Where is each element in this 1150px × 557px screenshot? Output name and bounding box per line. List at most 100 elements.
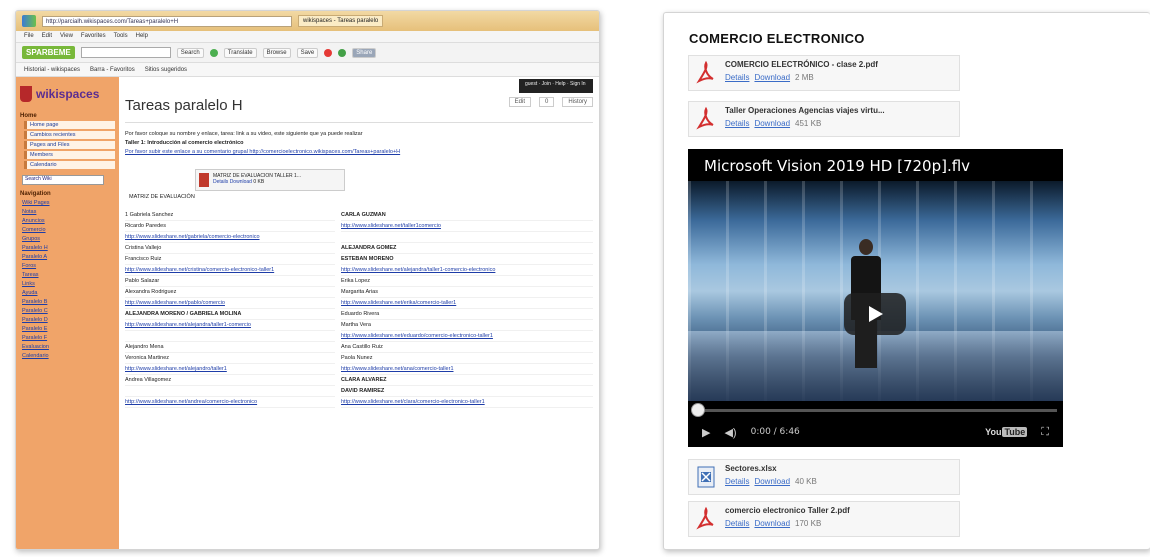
download-link[interactable]: Download	[754, 519, 790, 528]
sidebar-link[interactable]: Wiki Pages	[22, 200, 115, 206]
intro-line: Taller 1: Introducción al comercio elect…	[125, 140, 244, 146]
details-link[interactable]: Details	[725, 519, 749, 528]
table-cell-link[interactable]: http://www.slideshare.net/alejandra/tall…	[341, 265, 593, 276]
youtube-logo[interactable]: You Tube	[985, 427, 1028, 437]
toolbar-button[interactable]: Browse	[262, 47, 291, 58]
sidebar-link[interactable]: Paralelo D	[22, 317, 115, 323]
divider	[125, 122, 593, 123]
table-cell-link[interactable]: http://www.slideshare.net/taller1comerci…	[341, 221, 593, 232]
details-link[interactable]: Details	[213, 179, 228, 185]
toolbar-button[interactable]: Share	[352, 47, 377, 58]
sidebar-item[interactable]: Calendario	[24, 161, 115, 169]
menu-file[interactable]: File	[24, 33, 34, 40]
download-link[interactable]: Download	[754, 119, 790, 128]
sidebar-link[interactable]: Notas	[22, 209, 115, 215]
menu-view[interactable]: View	[60, 33, 73, 40]
file-name[interactable]: COMERCIO ELECTRÓNICO - clase 2.pdf	[725, 60, 878, 69]
sidebar-link[interactable]: Ayuda	[22, 290, 115, 296]
sidebar-link[interactable]: Paralelo C	[22, 308, 115, 314]
file-name[interactable]: comercio electronico Taller 2.pdf	[725, 506, 850, 515]
video-progress-bar[interactable]	[688, 401, 1063, 417]
table-cell-link[interactable]: http://www.slideshare.net/ana/comercio-t…	[341, 364, 593, 375]
toolbar-button[interactable]: Search	[176, 47, 204, 58]
download-link[interactable]: Download	[754, 477, 790, 486]
details-link[interactable]: Details	[725, 119, 749, 128]
video-frame[interactable]	[688, 181, 1063, 401]
sidebar-search-input[interactable]: Search Wiki	[22, 175, 104, 185]
sidebar-link[interactable]: Paralelo H	[22, 245, 115, 251]
wiki-user-links[interactable]: guest · Join · Help · Sign In	[519, 79, 593, 93]
volume-icon[interactable]: ◀)	[724, 426, 736, 439]
toolbar-brand[interactable]: SPARBEME	[22, 46, 75, 59]
play-icon	[869, 306, 883, 322]
table-cell: Veronica Martinez	[125, 353, 335, 364]
sidebar-link[interactable]: Evaluacion	[22, 344, 115, 350]
file-name[interactable]: Sectores.xlsx	[725, 464, 817, 473]
table-cell-link[interactable]: http://www.slideshare.net/gabriela/comer…	[125, 232, 335, 243]
download-link[interactable]: Download	[754, 73, 790, 82]
video-title[interactable]: Microsoft Vision 2019 HD [720p].flv	[704, 157, 970, 175]
sidebar-section-title: Navigation	[20, 191, 51, 197]
sidebar-item[interactable]: Cambios recientes	[24, 131, 115, 139]
green-dot-icon	[338, 48, 347, 57]
bookmark-item[interactable]: Sitios sugeridos	[145, 67, 187, 73]
menu-help[interactable]: Help	[136, 33, 148, 40]
pdf-icon	[695, 60, 717, 86]
sidebar-link[interactable]: Anuncios	[22, 218, 115, 224]
sidebar-link[interactable]: Foros	[22, 263, 115, 269]
table-cell-link[interactable]: http://www.slideshare.net/andrea/comerci…	[125, 397, 335, 408]
file-item: Sectores.xlsx Details Download 40 KB	[688, 459, 960, 495]
attachment-size: 0 KB	[253, 179, 265, 185]
sidebar-link[interactable]: Paralelo B	[22, 299, 115, 305]
menu-bar: File Edit View Favorites Tools Help	[16, 31, 599, 43]
progress-track[interactable]	[698, 409, 1057, 412]
sidebar-link[interactable]: Paralelo F	[22, 335, 115, 341]
comment-count-button[interactable]: 0	[538, 97, 555, 107]
table-cell-link[interactable]: http://www.slideshare.net/clara/comercio…	[341, 397, 593, 408]
bookmark-item[interactable]: Historial - wikispaces	[24, 67, 80, 73]
bookmark-item[interactable]: Barra - Favoritos	[90, 67, 135, 73]
sidebar-link[interactable]: Comercio	[22, 227, 115, 233]
toolbar-button[interactable]: Save	[296, 47, 319, 58]
sidebar-link[interactable]: Tareas	[22, 272, 115, 278]
table-cell-link[interactable]: http://www.slideshare.net/eduardo/comerc…	[341, 331, 593, 342]
download-link[interactable]: Download	[230, 179, 252, 185]
sidebar-item[interactable]: Members	[24, 151, 115, 159]
menu-favorites[interactable]: Favorites	[81, 33, 106, 40]
sidebar-link[interactable]: Calendario	[22, 353, 115, 359]
toolbar-search-input[interactable]	[80, 47, 171, 58]
browser-toolbar: SPARBEME Search Translate Browse Save Sh…	[16, 43, 599, 63]
table-cell-link[interactable]: http://www.slideshare.net/erika/comercio…	[341, 298, 593, 309]
fullscreen-icon[interactable]: ⛶	[1041, 426, 1049, 439]
video-player[interactable]: Microsoft Vision 2019 HD [720p].flv ▶ ◀)…	[688, 149, 1063, 447]
file-name[interactable]: Taller Operaciones Agencias viajes virtu…	[725, 106, 885, 115]
table-cell-link[interactable]: http://www.slideshare.net/cristina/comer…	[125, 265, 335, 276]
table-cell-link[interactable]: http://www.slideshare.net/alejandro/tall…	[125, 364, 335, 375]
table-cell: Ricardo Paredes	[125, 221, 335, 232]
sidebar-link[interactable]: Grupos	[22, 236, 115, 242]
play-icon[interactable]: ▶	[702, 426, 710, 439]
browser-tab[interactable]: wikispaces - Tareas paralelo	[298, 15, 384, 27]
toolbar-button[interactable]: Translate	[223, 47, 257, 58]
wiki-logo[interactable]: wikispaces	[20, 81, 115, 107]
sidebar-item[interactable]: Home page	[24, 121, 115, 129]
menu-tools[interactable]: Tools	[114, 33, 128, 40]
browser-logo-icon	[22, 15, 36, 27]
details-link[interactable]: Details	[725, 73, 749, 82]
sidebar-link[interactable]: Paralelo E	[22, 326, 115, 332]
table-cell-link[interactable]: http://www.slideshare.net/alejandra/tall…	[125, 320, 335, 331]
play-overlay-button[interactable]	[844, 293, 906, 335]
wiki-brand: wikispaces	[36, 87, 100, 101]
file-item: comercio electronico Taller 2.pdf Detail…	[688, 501, 960, 537]
address-bar[interactable]: http://parcialh.wikispaces.com/Tareas+pa…	[42, 15, 292, 27]
history-button[interactable]: History	[562, 97, 593, 107]
sidebar-item[interactable]: Pages and Files	[24, 141, 115, 149]
details-link[interactable]: Details	[725, 477, 749, 486]
sidebar-link[interactable]: Paralelo A	[22, 254, 115, 260]
intro-link[interactable]: Por favor subir este enlace a su comenta…	[125, 149, 400, 155]
menu-edit[interactable]: Edit	[42, 33, 52, 40]
edit-button[interactable]: Edit	[508, 97, 531, 107]
table-cell-link[interactable]: http://www.slideshare.net/pablo/comercio	[125, 298, 335, 309]
sidebar-link[interactable]: Links	[22, 281, 115, 287]
progress-knob[interactable]	[691, 403, 705, 417]
